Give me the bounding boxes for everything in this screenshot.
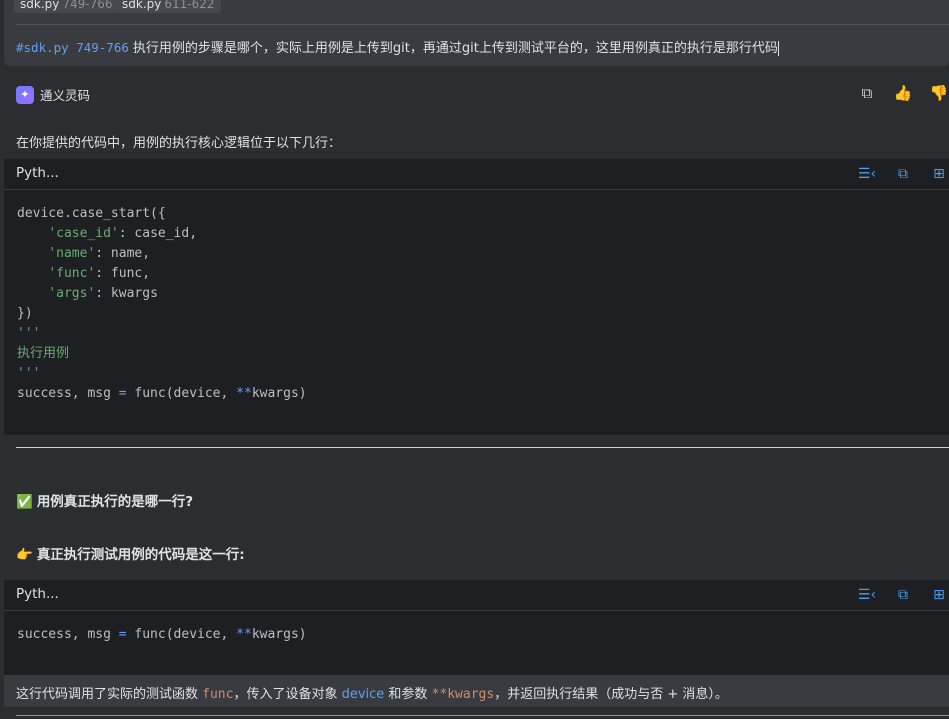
summary-paragraph: 这行代码调用了实际的测试函数 func，传入了设备对象 device 和参数 *… xyxy=(4,675,949,707)
summary-part: 和参数 xyxy=(384,687,432,702)
summary-part: 这行代码调用了实际的测试函数 xyxy=(16,687,203,702)
section-heading-text: 用例真正执行的是哪一行? xyxy=(36,494,194,510)
code-block-header: Pyth... ☰‹ ⧉ ⊞ xyxy=(4,159,949,190)
pointing-hand-icon: 👉 xyxy=(16,547,33,563)
code-operator: ** xyxy=(236,627,252,642)
file-chip-name: sdk.py xyxy=(122,0,162,11)
code-actions: ☰‹ ⧉ ⊞ xyxy=(857,586,949,604)
code-text: : kwargs xyxy=(95,286,158,301)
thumbs-down-icon[interactable]: 👎 xyxy=(929,83,949,103)
user-prompt-card: sdk.py 749-766 sdk.py 611-622 #sdk.py 749-… xyxy=(4,0,949,66)
prompt-code-reference[interactable]: #sdk.py 749-766 xyxy=(16,40,129,55)
code-language-label: Pyth... xyxy=(16,165,59,181)
summary-part: ，传入了设备对象 xyxy=(233,687,342,702)
inline-code: device xyxy=(341,687,385,702)
code-text: : name, xyxy=(95,246,151,261)
new-file-icon[interactable]: ⊞ xyxy=(929,165,949,183)
tongyi-logo-icon: ✦ xyxy=(16,85,34,104)
file-chip[interactable]: sdk.py 749-766 xyxy=(14,0,119,13)
inline-code: **kwargs xyxy=(431,687,495,702)
code-text: : case_id, xyxy=(118,226,198,241)
answer-intro: 在你提供的代码中，用例的执行核心逻辑位于以下几行： xyxy=(16,136,342,151)
section-heading: 👉 真正执行测试用例的代码是这一行: xyxy=(16,543,245,563)
horizontal-rule xyxy=(16,447,949,448)
summary-part: ，并返回执行结果（成功与否 + 消息）。 xyxy=(494,687,728,702)
code-string: 'args' xyxy=(48,286,96,301)
thumbs-up-icon[interactable]: 👍 xyxy=(893,83,913,103)
code-text: success, msg xyxy=(17,386,119,401)
code-string: 'name' xyxy=(48,246,96,261)
code-operator: ** xyxy=(236,386,252,401)
divider xyxy=(16,24,949,25)
code-block: Pyth... ☰‹ ⧉ ⊞ device.case_start({ 'case… xyxy=(4,159,949,435)
file-chip-range: 611-622 xyxy=(164,0,215,11)
new-file-icon[interactable]: ⊞ xyxy=(929,586,949,604)
insert-at-cursor-icon[interactable]: ☰‹ xyxy=(857,165,877,183)
code-content[interactable]: device.case_start({ 'case_id': case_id, … xyxy=(4,190,949,404)
summary-text: 这行代码调用了实际的测试函数 func，传入了设备对象 device 和参数 *… xyxy=(16,683,728,702)
code-language-label: Pyth... xyxy=(16,586,59,602)
file-chip-range: 749-766 xyxy=(62,0,113,11)
code-string: 'func' xyxy=(48,266,96,281)
code-line: ''' xyxy=(17,366,41,381)
divider xyxy=(16,715,949,716)
code-text: func(device, xyxy=(126,627,237,642)
file-chip-name: sdk.py xyxy=(20,0,60,11)
copy-icon[interactable]: ⧉ xyxy=(857,83,877,103)
code-line: 'name': name, xyxy=(17,244,949,264)
code-text: kwargs) xyxy=(251,627,307,642)
code-line: device.case_start({ xyxy=(17,206,166,221)
section-heading: ✅ 用例真正执行的是哪一行? xyxy=(16,490,193,510)
code-text: : func, xyxy=(95,266,151,281)
code-text: func(device, xyxy=(126,386,237,401)
insert-at-cursor-icon[interactable]: ☰‹ xyxy=(857,586,877,604)
answer-card: ✦ 通义灵码 ⧉ 👍 👎 在你提供的代码中，用例的执行核心逻辑位于以下几行： P… xyxy=(4,75,949,719)
code-text: kwargs) xyxy=(251,386,307,401)
code-operator: = xyxy=(118,627,127,642)
code-operator: = xyxy=(118,386,127,401)
code-string: 'case_id' xyxy=(48,226,119,241)
agent-name: 通义灵码 xyxy=(40,88,91,103)
code-block-header: Pyth... ☰‹ ⧉ ⊞ xyxy=(4,580,949,611)
copy-code-icon[interactable]: ⧉ xyxy=(893,165,913,183)
prompt-input[interactable]: #sdk.py 749-766 执行用例的步骤是哪个，实际上用例是上传到git，再… xyxy=(16,37,779,56)
file-chip[interactable]: sdk.py 611-622 xyxy=(116,0,221,13)
code-line: success, msg = func(device, **kwargs) xyxy=(17,625,949,645)
code-content[interactable]: success, msg = func(device, **kwargs) xyxy=(4,611,949,645)
text-caret xyxy=(777,41,779,56)
code-line: ''' xyxy=(17,326,41,341)
code-line: 'func': func, xyxy=(17,264,949,284)
code-line: }) xyxy=(17,306,33,321)
answer-actions: ⧉ 👍 👎 xyxy=(857,83,949,103)
code-line: 执行用例 xyxy=(17,346,70,361)
code-block: Pyth... ☰‹ ⧉ ⊞ success, msg = func(devic… xyxy=(4,580,949,675)
code-actions: ☰‹ ⧉ ⊞ xyxy=(857,165,949,183)
inline-code: func xyxy=(202,687,234,702)
copy-code-icon[interactable]: ⧉ xyxy=(893,586,913,604)
code-line: success, msg = func(device, **kwargs) xyxy=(17,384,949,404)
code-text: success, msg xyxy=(17,627,119,642)
check-mark-icon: ✅ xyxy=(16,494,33,510)
code-line: 'case_id': case_id, xyxy=(17,224,949,244)
section-heading-text: 真正执行测试用例的代码是这一行: xyxy=(36,547,245,563)
code-line: 'args': kwargs xyxy=(17,284,949,304)
agent-header: ✦ 通义灵码 xyxy=(16,85,90,104)
prompt-text: 执行用例的步骤是哪个，实际上用例是上传到git，再通过git上传到测试平台的，这… xyxy=(132,41,778,56)
